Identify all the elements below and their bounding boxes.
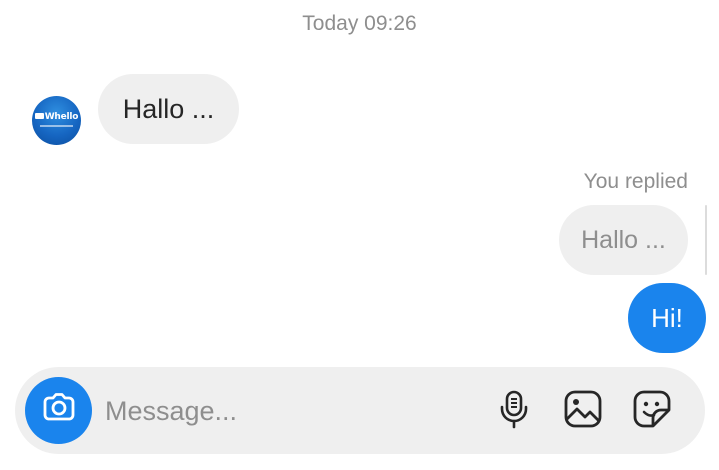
incoming-message-bubble[interactable]: Hallo ... xyxy=(98,74,239,144)
camera-button[interactable] xyxy=(25,377,92,444)
quoted-message-text: Hallo ... xyxy=(581,225,666,254)
outgoing-message-text: Hi! xyxy=(651,302,683,333)
camera-icon xyxy=(40,389,78,432)
avatar-logo: Whello xyxy=(32,112,81,122)
gallery-icon xyxy=(563,389,603,434)
microphone-icon xyxy=(499,389,529,434)
reply-scroll-indicator xyxy=(705,205,707,275)
incoming-message-text: Hallo ... xyxy=(122,93,215,124)
quoted-message-bubble[interactable]: Hallo ... xyxy=(559,205,688,275)
sticker-button[interactable] xyxy=(630,389,674,433)
sender-avatar[interactable]: Whello xyxy=(32,96,81,145)
message-composer xyxy=(15,367,705,454)
gallery-button[interactable] xyxy=(561,389,605,433)
reply-label: You replied xyxy=(583,170,688,193)
voice-message-button[interactable] xyxy=(492,389,536,433)
sticker-icon xyxy=(632,389,672,434)
thread-timestamp: Today 09:26 xyxy=(302,12,417,35)
avatar-logo-text: Whello xyxy=(44,112,79,122)
message-input[interactable] xyxy=(105,389,485,433)
outgoing-message-bubble[interactable]: Hi! xyxy=(628,283,706,353)
avatar-logo-tagline xyxy=(40,125,73,127)
direct-message-thread: Today 09:26 Whello Hallo ... You replied… xyxy=(0,0,719,470)
